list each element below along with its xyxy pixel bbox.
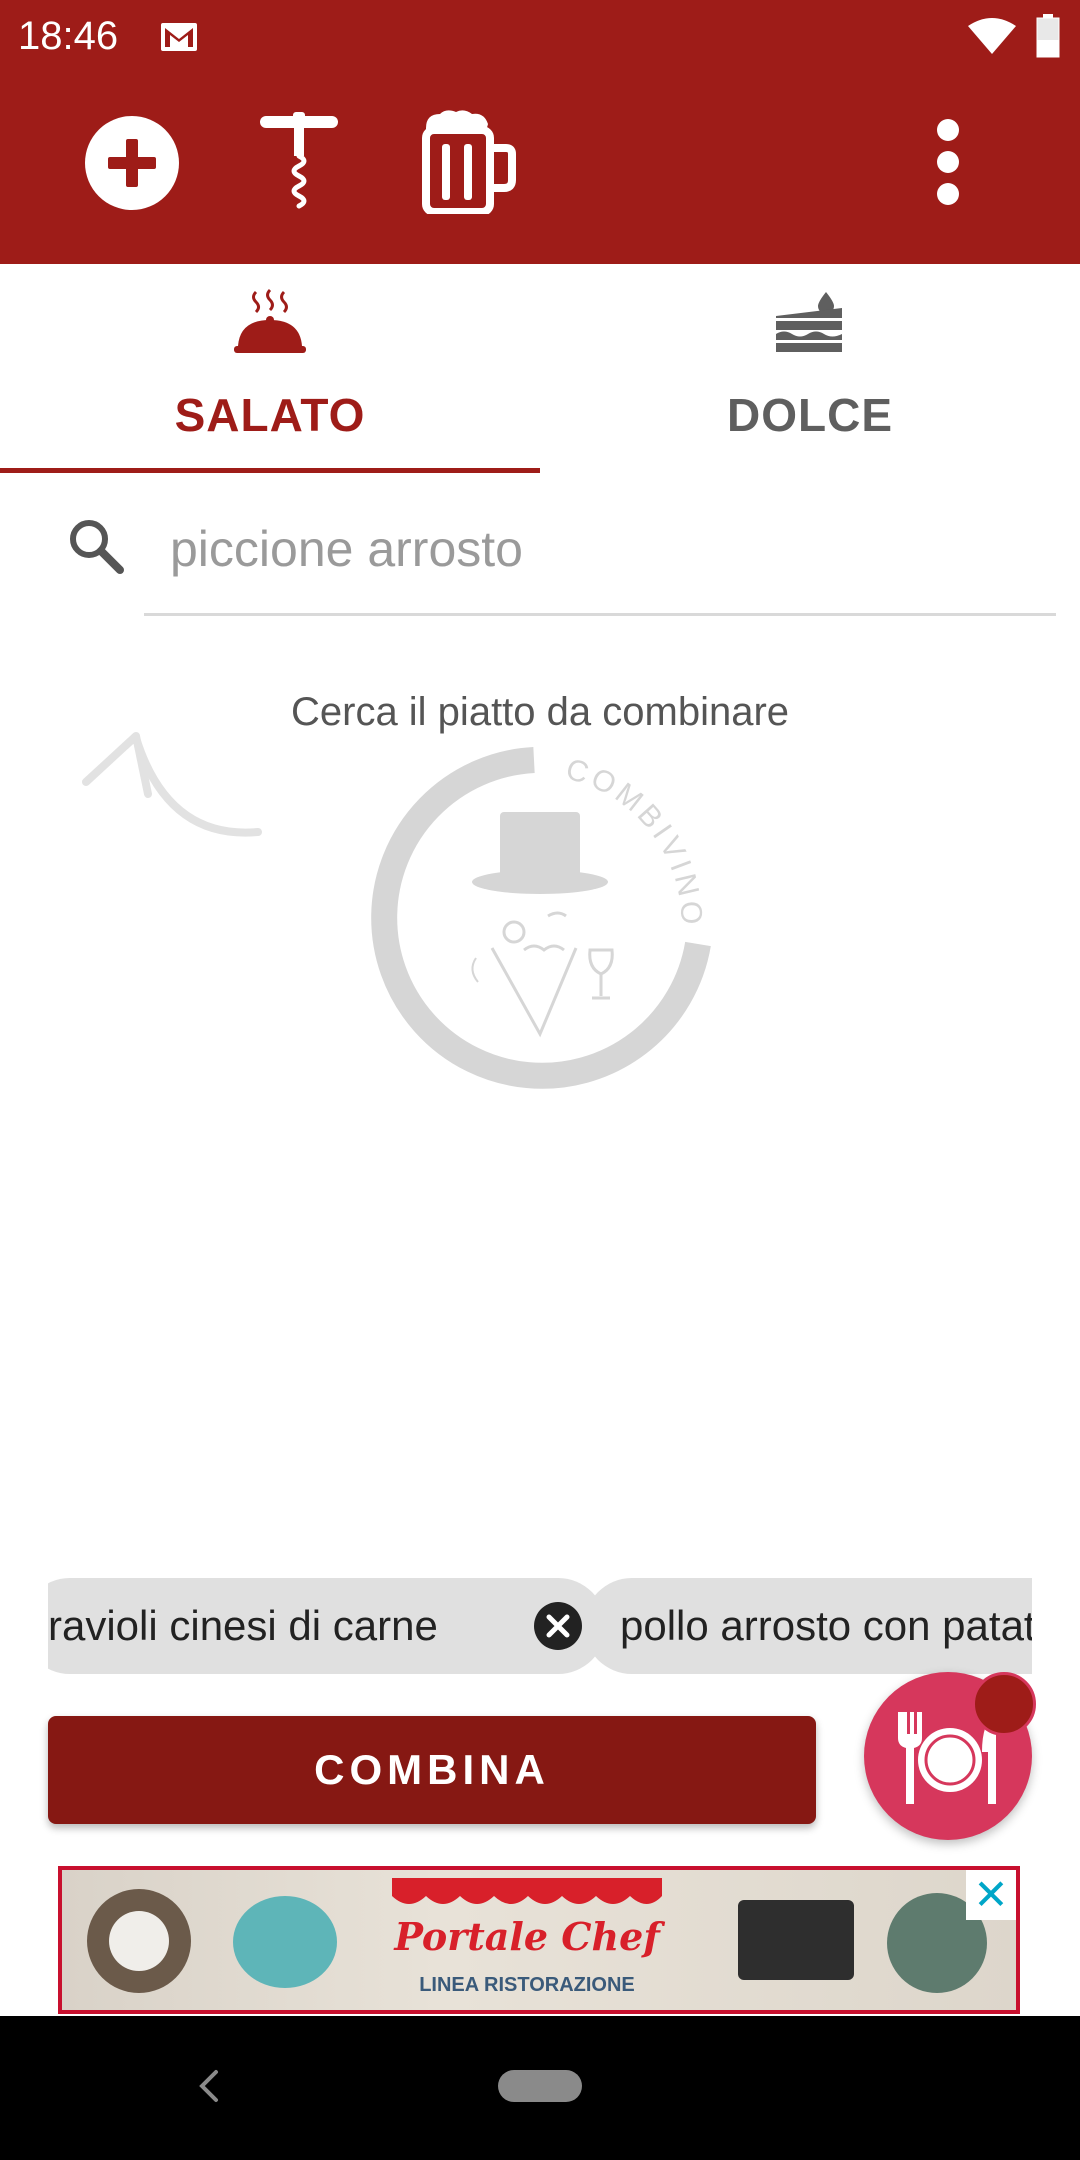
dish-chip[interactable]: pollo arrosto con patate [584, 1578, 1032, 1674]
dish-chip-label: ravioli cinesi di carne [48, 1602, 438, 1649]
search-input[interactable] [168, 510, 1052, 588]
overflow-menu-button[interactable] [926, 118, 970, 206]
corkscrew-icon [260, 112, 338, 209]
dish-chip[interactable]: ravioli cinesi di carne [48, 1578, 606, 1674]
svg-text:COMBIVINO: COMBIVINO [562, 753, 708, 930]
status-time: 18:46 [18, 14, 119, 58]
system-nav-bar [0, 2016, 1080, 2160]
tab-salato[interactable]: SALATO [0, 264, 540, 472]
app-bar: 18:46 [0, 0, 1080, 264]
battery-icon [1036, 14, 1060, 58]
back-icon[interactable] [196, 2068, 220, 2104]
ad-brand: Portale Chef [394, 1914, 660, 1959]
tab-dolce-label: DOLCE [727, 389, 893, 441]
combina-button[interactable]: COMBINA [48, 1716, 816, 1824]
sommelier-logo-icon: COMBIVINO [371, 747, 711, 1089]
selected-dishes: ravioli cinesi di carne pollo arrosto co… [48, 1578, 1032, 1674]
combivino-logo: COMBIVINO [364, 744, 716, 1096]
wine-button[interactable] [258, 110, 340, 214]
tab-salato-label: SALATO [174, 389, 366, 441]
dish-chip-label: pollo arrosto con patate [620, 1602, 1032, 1649]
beer-button[interactable] [420, 110, 516, 216]
remove-chip-icon[interactable] [534, 1602, 582, 1650]
search-underline [144, 613, 1056, 616]
curved-arrow-icon [82, 732, 262, 837]
tab-indicator [0, 468, 540, 473]
add-icon [85, 116, 179, 210]
ad-close-button[interactable]: ✕ [966, 1870, 1016, 1920]
awning-icon [392, 1878, 662, 1904]
tab-dolce[interactable]: DOLCE [540, 264, 1080, 472]
plate-image-icon [233, 1896, 337, 1988]
gmail-notification-icon [161, 23, 197, 51]
search-icon [70, 520, 124, 574]
ad-banner[interactable]: Portale Chef LINEA RISTORAZIONE ✕ [58, 1866, 1020, 2014]
wifi-icon [968, 18, 1016, 54]
add-button[interactable] [84, 115, 180, 211]
logo-text: COMBIVINO [562, 753, 704, 930]
notification-badge [972, 1672, 1036, 1736]
more-vert-icon [937, 119, 959, 205]
covered-dish-icon [234, 288, 306, 353]
home-pill[interactable] [498, 2070, 582, 2102]
beer-mug-icon [422, 110, 516, 216]
slate-tray-icon [738, 1900, 854, 1980]
plate-image-icon [87, 1889, 191, 1993]
cake-slice-icon [776, 292, 842, 352]
ad-tagline: LINEA RISTORAZIONE [419, 1974, 635, 1996]
